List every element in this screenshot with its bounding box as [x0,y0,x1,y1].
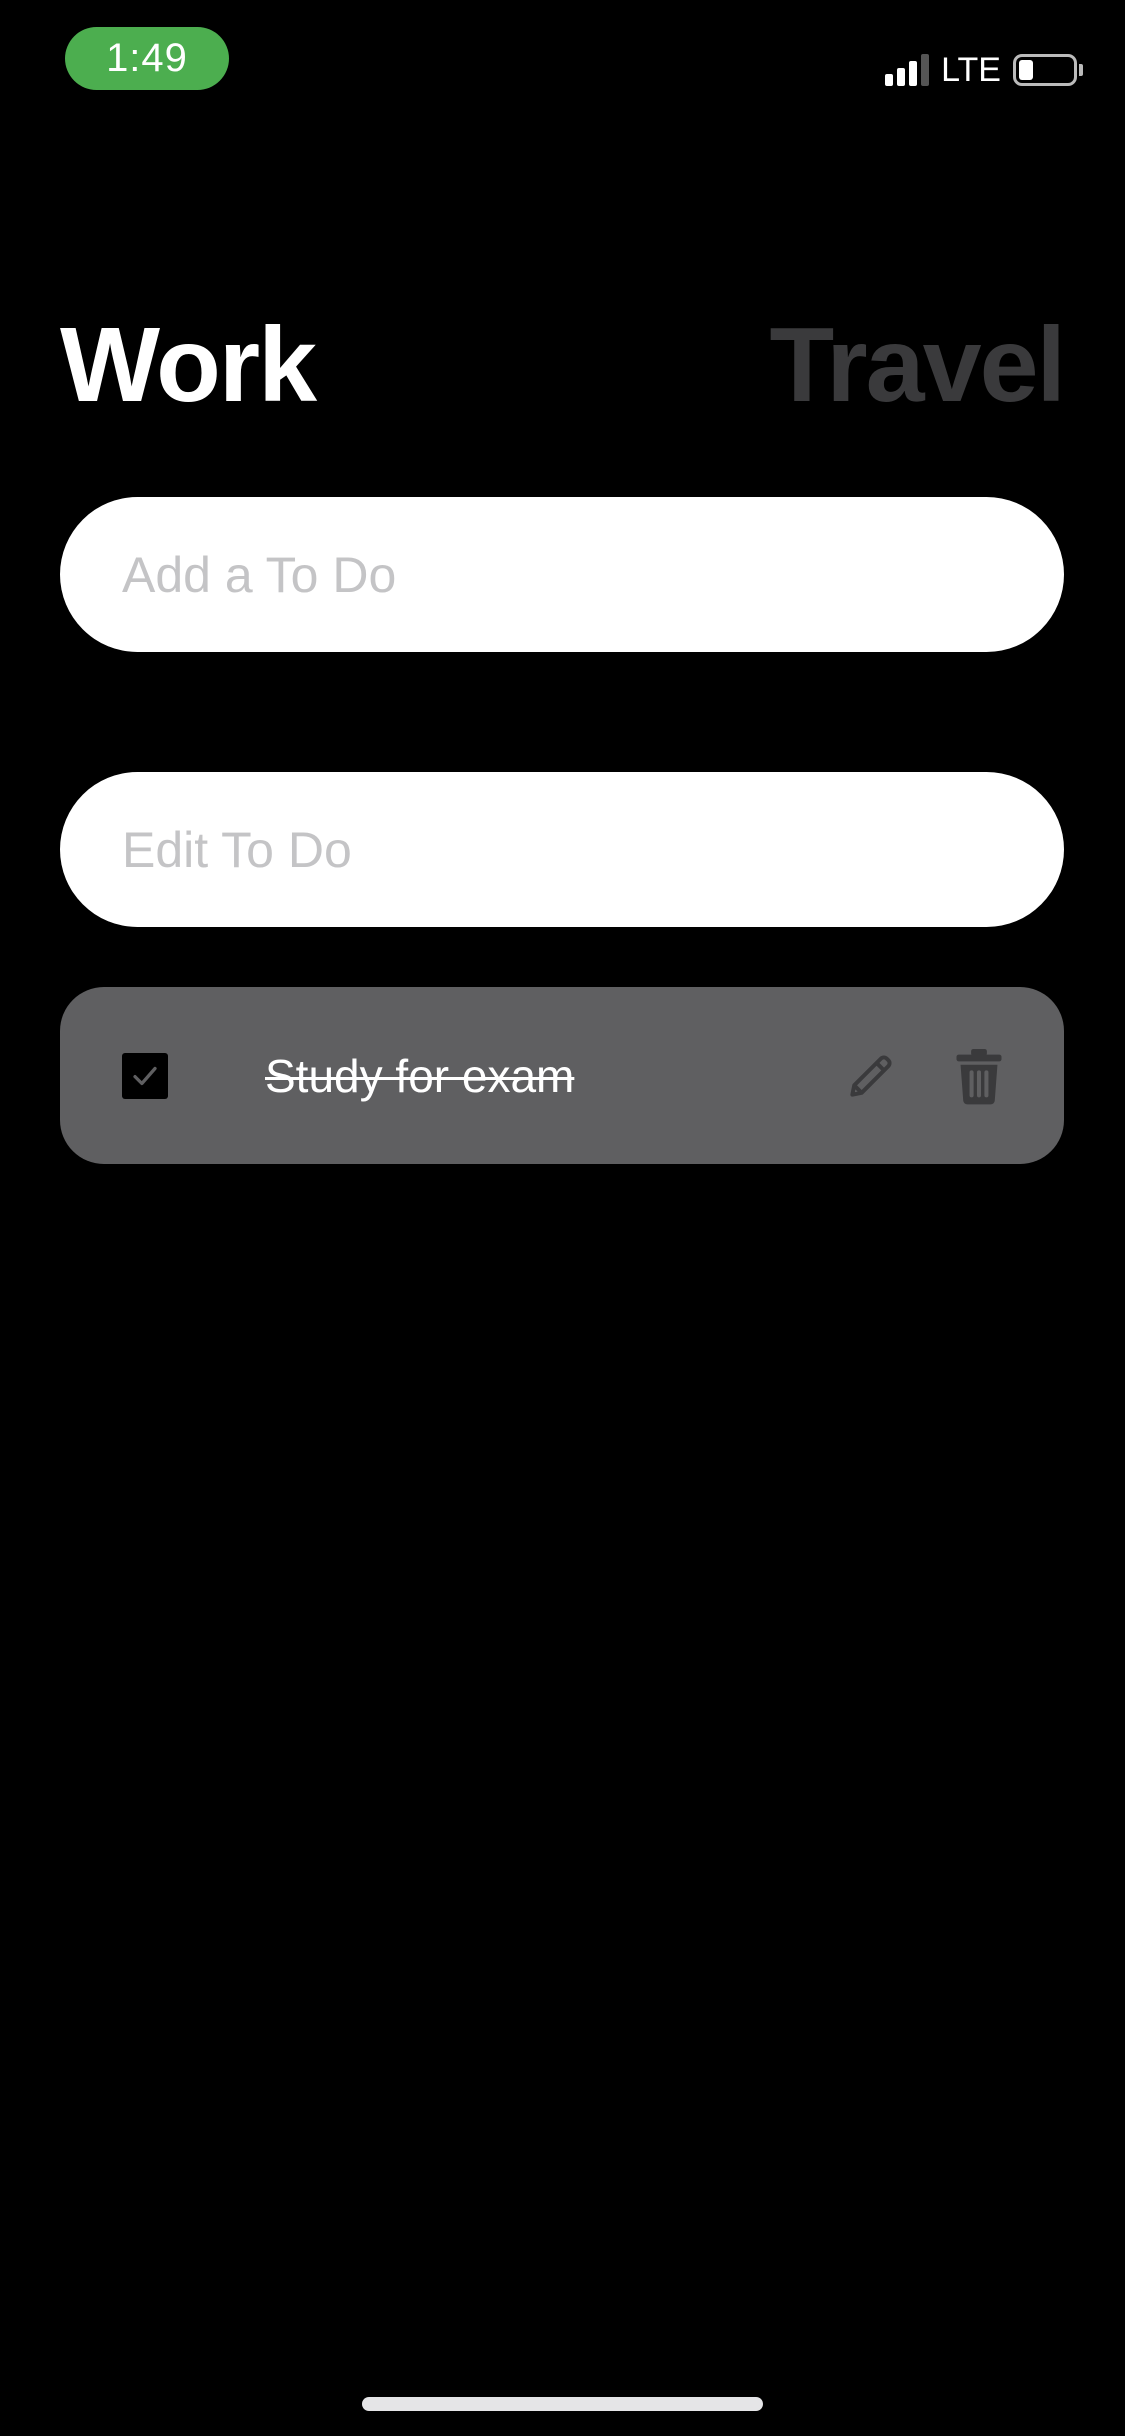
home-indicator[interactable] [362,2397,763,2411]
signal-strength-icon [885,54,930,86]
edit-todo-input[interactable] [60,772,1064,927]
status-time: 1:49 [65,27,229,90]
pencil-icon [850,1055,892,1097]
tab-travel[interactable]: Travel [770,312,1066,418]
trash-icon [956,1049,1002,1105]
battery-icon [1013,54,1077,86]
edit-todo-button[interactable] [834,1039,908,1113]
todo-text: Study for exam [265,1049,575,1102]
todo-item: Study for exam [60,987,1064,1164]
add-todo-input[interactable] [60,497,1064,652]
delete-todo-button[interactable] [942,1039,1016,1113]
tab-work[interactable]: Work [60,312,317,418]
status-indicators: LTE [885,48,1083,92]
network-type: LTE [941,50,1001,89]
checkmark-icon [133,1066,157,1086]
todo-checkbox[interactable] [122,1053,168,1099]
